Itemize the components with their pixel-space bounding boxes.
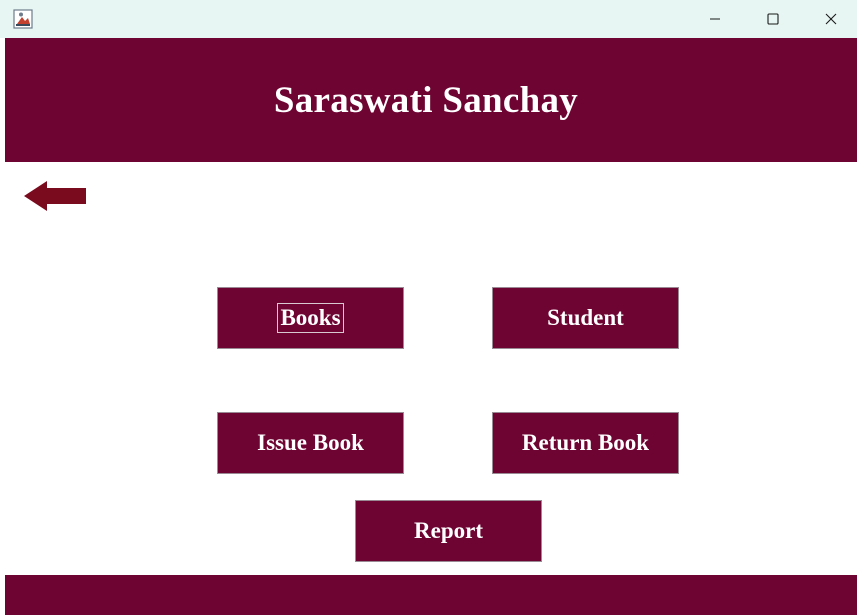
return-book-button-label: Return Book <box>521 430 650 455</box>
footer-bar <box>5 575 857 615</box>
issue-book-button[interactable]: Issue Book <box>217 412 404 474</box>
books-button[interactable]: Books <box>217 287 404 349</box>
student-button[interactable]: Student <box>492 287 679 349</box>
close-icon <box>825 13 837 25</box>
maximize-icon <box>767 13 779 25</box>
title-bar[interactable] <box>0 0 857 38</box>
minimize-icon <box>709 13 721 25</box>
student-button-label: Student <box>547 305 624 330</box>
java-cup-icon[interactable] <box>13 9 33 29</box>
back-button[interactable] <box>23 179 87 213</box>
page-title: Saraswati Sanchay <box>273 79 579 121</box>
app-window: Saraswati Sanchay Books Student Issue Bo… <box>0 0 857 615</box>
return-book-button[interactable]: Return Book <box>492 412 679 474</box>
maximize-button[interactable] <box>744 0 802 38</box>
report-button-label: Report <box>414 518 483 543</box>
back-arrow-icon <box>23 181 87 217</box>
issue-book-button-label: Issue Book <box>257 430 364 455</box>
header-banner: Saraswati Sanchay <box>5 38 857 162</box>
minimize-button[interactable] <box>686 0 744 38</box>
books-button-label: Books <box>277 303 344 333</box>
report-button[interactable]: Report <box>355 500 542 562</box>
close-button[interactable] <box>802 0 857 38</box>
